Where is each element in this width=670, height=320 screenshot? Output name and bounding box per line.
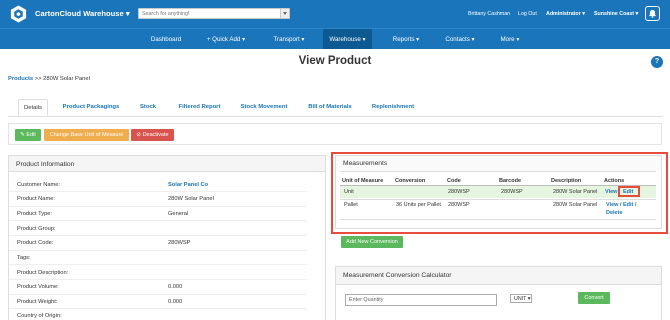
product-code-label: Product Code: (17, 240, 54, 246)
product-type-label: Product Type: (17, 211, 52, 217)
product-type-value: General (168, 211, 189, 217)
breadcrumb-products-link[interactable]: Products (8, 76, 33, 82)
row-divider (9, 235, 307, 236)
tab-details[interactable]: Details (18, 99, 48, 116)
conversion-calculator-panel: Measurement Conversion Calculator (335, 266, 662, 320)
product-description-label: Product Description: (17, 270, 69, 276)
product-information-panel: Product Information (8, 155, 326, 320)
nav-quick-add[interactable]: + Quick Add ▾ (200, 29, 252, 49)
add-new-conversion-button[interactable]: Add New Conversion (341, 236, 403, 248)
tab-replenishment[interactable]: Replenishment (366, 99, 420, 116)
nav-warehouse[interactable]: Warehouse ▾ (323, 29, 372, 49)
breadcrumb: Products >> 280W Solar Panel (8, 76, 90, 82)
tab-bill-of-materials[interactable]: Bill of Materials (302, 99, 358, 116)
cartoncloud-logo-icon[interactable] (9, 4, 28, 24)
row-divider (9, 220, 307, 221)
row-divider (9, 294, 307, 295)
product-code-value: 280WSP (168, 240, 191, 246)
tab-divider (8, 116, 662, 117)
breadcrumb-separator: >> (34, 76, 42, 82)
product-volume-value: 0.000 (168, 284, 183, 290)
row-divider (9, 264, 307, 265)
measurements-highlight-box (331, 152, 668, 234)
action-bar: ✎ Edit Change Base Unit of Measure ⊘ Dea… (8, 123, 662, 145)
deactivate-button[interactable]: ⊘ Deactivate (131, 129, 174, 141)
tab-stock-movement[interactable]: Stock Movement (234, 99, 294, 116)
row-divider (9, 191, 307, 192)
customer-name-label: Customer Name: (17, 182, 60, 188)
change-base-unit-button[interactable]: Change Base Unit of Measure (44, 129, 129, 141)
app-brand-menu[interactable]: CartonCloud Warehouse ▾ (35, 9, 130, 18)
row-divider (9, 250, 307, 251)
user-name-link[interactable]: Brittany Cashman (468, 11, 510, 17)
quantity-placeholder: Enter Quantity (349, 297, 384, 303)
search-dropdown-icon[interactable] (280, 9, 289, 18)
product-weight-value: 0.000 (168, 299, 183, 305)
logout-link[interactable]: Log Out (518, 11, 537, 17)
row-divider (9, 279, 307, 280)
row-divider (9, 206, 307, 207)
country-of-origin-label: Country of Origin: (17, 313, 62, 319)
location-menu[interactable]: Sunshine Coast ▾ (594, 11, 638, 17)
quantity-input[interactable]: Enter Quantity (345, 294, 497, 306)
nav-more[interactable]: More ▾ (495, 29, 525, 49)
row-divider (9, 308, 307, 309)
nav-transport[interactable]: Transport ▾ (266, 29, 312, 49)
nav-reports[interactable]: Reports ▾ (386, 29, 426, 49)
edit-product-button[interactable]: ✎ Edit (15, 129, 41, 141)
nav-contacts[interactable]: Contacts ▾ (439, 29, 481, 49)
unit-select[interactable]: UNIT ▾ (510, 294, 532, 303)
tab-filtered-report[interactable]: Filtered Report (172, 99, 227, 116)
tab-stock[interactable]: Stock (132, 99, 164, 116)
breadcrumb-current: 280W Solar Panel (43, 76, 90, 82)
product-volume-label: Product Volume: (17, 284, 59, 290)
help-icon[interactable]: ? (651, 56, 663, 68)
page-title: View Product (298, 55, 372, 67)
tags-label: Tags: (17, 255, 31, 261)
customer-name-link[interactable]: Solar Panel Co (168, 182, 208, 188)
role-menu[interactable]: Administrator ▾ (546, 11, 585, 17)
product-group-label: Product Group: (17, 226, 56, 232)
conversion-calculator-title: Measurement Conversion Calculator (336, 267, 661, 285)
tab-product-packagings[interactable]: Product Packagings (58, 99, 124, 116)
main-nav: Dashboard + Quick Add ▾ Transport ▾ Ware… (0, 28, 670, 49)
product-name-value: 280W Solar Panel (168, 196, 214, 202)
notifications-bell-icon[interactable] (645, 6, 660, 21)
top-bar: CartonCloud Warehouse ▾ Search for anyth… (0, 0, 670, 28)
search-placeholder: Search for anything! (142, 11, 190, 17)
convert-button[interactable]: Convert (578, 292, 610, 304)
product-name-label: Product Name: (17, 196, 55, 202)
product-weight-label: Product Weight: (17, 299, 58, 305)
product-information-title: Product Information (9, 156, 325, 172)
nav-dashboard[interactable]: Dashboard (142, 29, 190, 49)
global-search-input[interactable]: Search for anything! (138, 8, 290, 19)
